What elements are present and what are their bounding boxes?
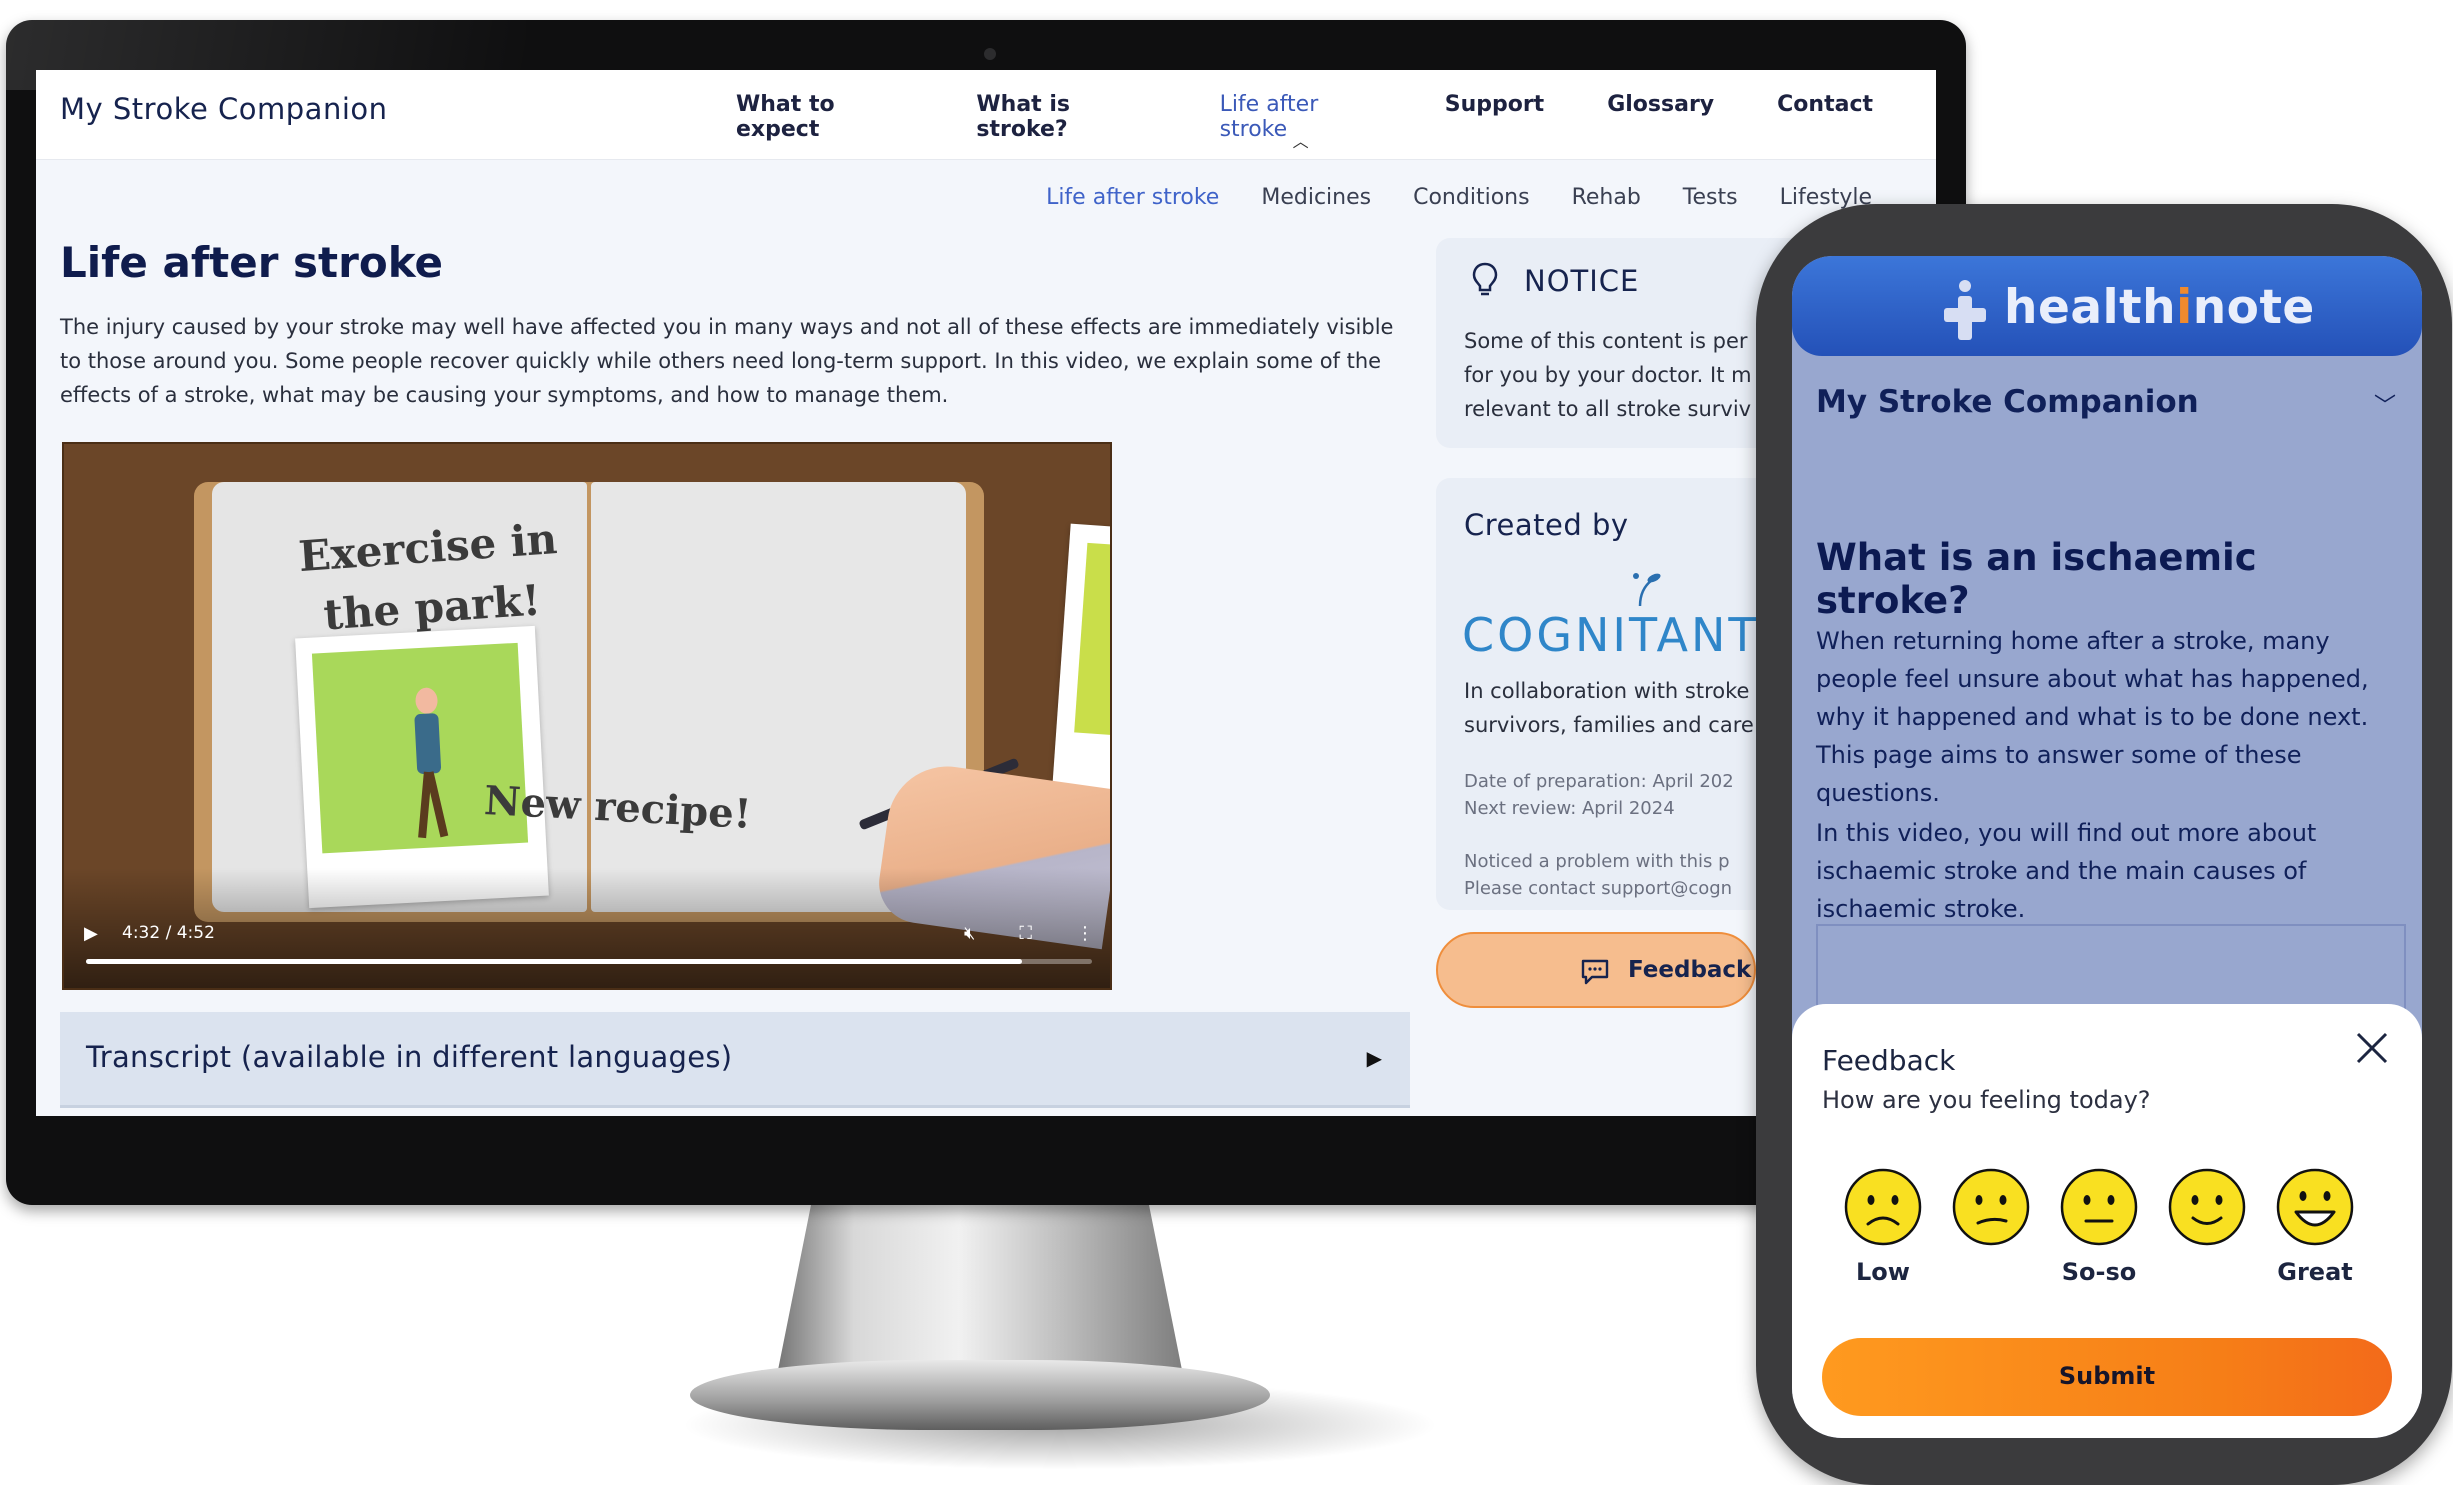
sprout-icon	[1633, 573, 1661, 607]
healthinote-logo: healthinote	[1942, 276, 2314, 340]
feedback-button[interactable]: Feedback	[1436, 932, 1756, 1008]
created-by-title: Created by	[1464, 508, 1629, 542]
fullscreen-icon[interactable]: ⛶	[1019, 923, 1032, 944]
play-icon[interactable]: ▶	[84, 923, 108, 944]
phone-paragraph-2: In this video, you will find out more ab…	[1816, 819, 2317, 923]
phone-screen: healthinote My Stroke Companion ﹀ What i…	[1792, 256, 2422, 1438]
collaboration-text: In collaboration with stroke survivors, …	[1464, 679, 1754, 737]
next-review: Next review: April 2024	[1464, 798, 1675, 819]
salad-photo	[1051, 523, 1110, 811]
feedback-sheet: Feedback How are you feeling today? Low …	[1792, 1004, 2422, 1438]
neutral-face-icon[interactable]	[2060, 1166, 2138, 1248]
webcam	[984, 48, 996, 60]
problem-contact-block: Noticed a problem with this p Please con…	[1464, 848, 1764, 902]
nav-glossary[interactable]: Glossary	[1607, 92, 1714, 142]
transcript-label: Transcript (available in different langu…	[86, 1040, 733, 1074]
nav-life-after-stroke[interactable]: Life after stroke ︿	[1220, 92, 1382, 151]
subnav-tests[interactable]: Tests	[1683, 185, 1738, 210]
phone-video-placeholder	[1816, 924, 2406, 1014]
chat-icon	[1581, 959, 1609, 985]
sad-face-icon[interactable]	[1952, 1166, 2030, 1248]
more-options-icon[interactable]: ⋮	[1076, 923, 1094, 944]
subnav-rehab[interactable]: Rehab	[1572, 185, 1641, 210]
video-time: 4:32 / 4:52	[122, 923, 215, 943]
notice-title: NOTICE	[1524, 264, 1640, 298]
mood-label-low: Low	[1856, 1258, 1910, 1286]
phone-page-heading: What is an ischaemic stroke?	[1816, 536, 2257, 622]
sub-nav: Life after stroke Medicines Conditions R…	[1046, 185, 1872, 210]
mood-label-mid: So-so	[2061, 1258, 2137, 1286]
grin-face-icon[interactable]	[2276, 1166, 2354, 1248]
video-controls: ▶ 4:32 / 4:52 🔇︎ ⛶ ⋮	[84, 918, 1094, 948]
nav-what-to-expect[interactable]: What to expect	[736, 92, 913, 142]
transcript-accordion[interactable]: Transcript (available in different langu…	[60, 1012, 1410, 1108]
problem-text: Noticed a problem with this p	[1464, 851, 1730, 872]
notice-text: Some of this content is per for you by y…	[1464, 329, 1752, 421]
subnav-life-after-stroke[interactable]: Life after stroke	[1046, 185, 1219, 210]
nav-contact[interactable]: Contact	[1777, 92, 1873, 142]
desktop-monitor: My Stroke Companion What to expect What …	[6, 20, 1966, 1205]
video-scene-book: Exercise in the park!	[194, 482, 1110, 922]
phone-device: healthinote My Stroke Companion ﹀ What i…	[1756, 204, 2452, 1485]
brand-health: health	[2004, 280, 2177, 335]
brand-i: i	[2176, 280, 2193, 335]
top-navigation-bar: My Stroke Companion What to expect What …	[36, 70, 1936, 160]
monitor-stand-base	[690, 1360, 1270, 1430]
feedback-question: How are you feeling today?	[1822, 1086, 2151, 1114]
intro-paragraph: The injury caused by your stroke may wel…	[60, 315, 1394, 407]
exercise-photo	[295, 625, 549, 909]
brand-note: note	[2192, 280, 2315, 335]
video-player[interactable]: Exercise in the park! New recipe! ▶ 4:32…	[62, 442, 1112, 990]
main-nav: What to expect What is stroke? Life afte…	[736, 92, 1936, 151]
feedback-button-label: Feedback	[1628, 957, 1752, 983]
expand-arrow-icon: ▶	[1366, 1046, 1382, 1070]
close-icon[interactable]	[2352, 1028, 2392, 1068]
nav-what-is-stroke[interactable]: What is stroke?	[976, 92, 1156, 142]
phone-header: healthinote	[1792, 256, 2422, 356]
desktop-screen: My Stroke Companion What to expect What …	[36, 70, 1936, 1116]
dates-block: Date of preparation: April 202 Next revi…	[1464, 768, 1764, 822]
exercising-person-icon	[409, 687, 449, 839]
video-progress-bar[interactable]	[86, 959, 1092, 964]
feedback-title: Feedback	[1822, 1044, 1956, 1077]
very-sad-face-icon[interactable]	[1844, 1166, 1922, 1248]
caret-up-icon: ︿	[1292, 132, 1309, 151]
cognitant-logo[interactable]: COGNITANT	[1462, 608, 1759, 662]
video-progress-fill	[86, 959, 1022, 964]
subnav-medicines[interactable]: Medicines	[1261, 185, 1371, 210]
smile-face-icon[interactable]	[2168, 1166, 2246, 1248]
phone-app-title[interactable]: My Stroke Companion	[1816, 384, 2199, 420]
page-title: Life after stroke	[60, 238, 443, 287]
lightbulb-icon	[1472, 262, 1498, 296]
site-title[interactable]: My Stroke Companion	[60, 92, 388, 126]
chevron-down-icon[interactable]: ﹀	[2374, 388, 2396, 420]
support-contact[interactable]: Please contact support@cogn	[1464, 875, 1764, 902]
submit-button[interactable]: Submit	[1822, 1338, 2392, 1416]
book-left-page: Exercise in the park!	[212, 482, 587, 912]
mood-rating: Low So-so Great	[1844, 1166, 2384, 1286]
plus-person-icon	[1944, 280, 1986, 340]
subnav-conditions[interactable]: Conditions	[1413, 185, 1529, 210]
phone-paragraph-1: When returning home after a stroke, many…	[1816, 627, 2369, 807]
submit-button-label: Submit	[2058, 1362, 2156, 1390]
mood-label-high: Great	[2277, 1258, 2353, 1286]
nav-support[interactable]: Support	[1445, 92, 1544, 142]
mute-icon[interactable]: 🔇︎	[964, 923, 975, 944]
date-of-preparation: Date of preparation: April 202	[1464, 771, 1734, 792]
